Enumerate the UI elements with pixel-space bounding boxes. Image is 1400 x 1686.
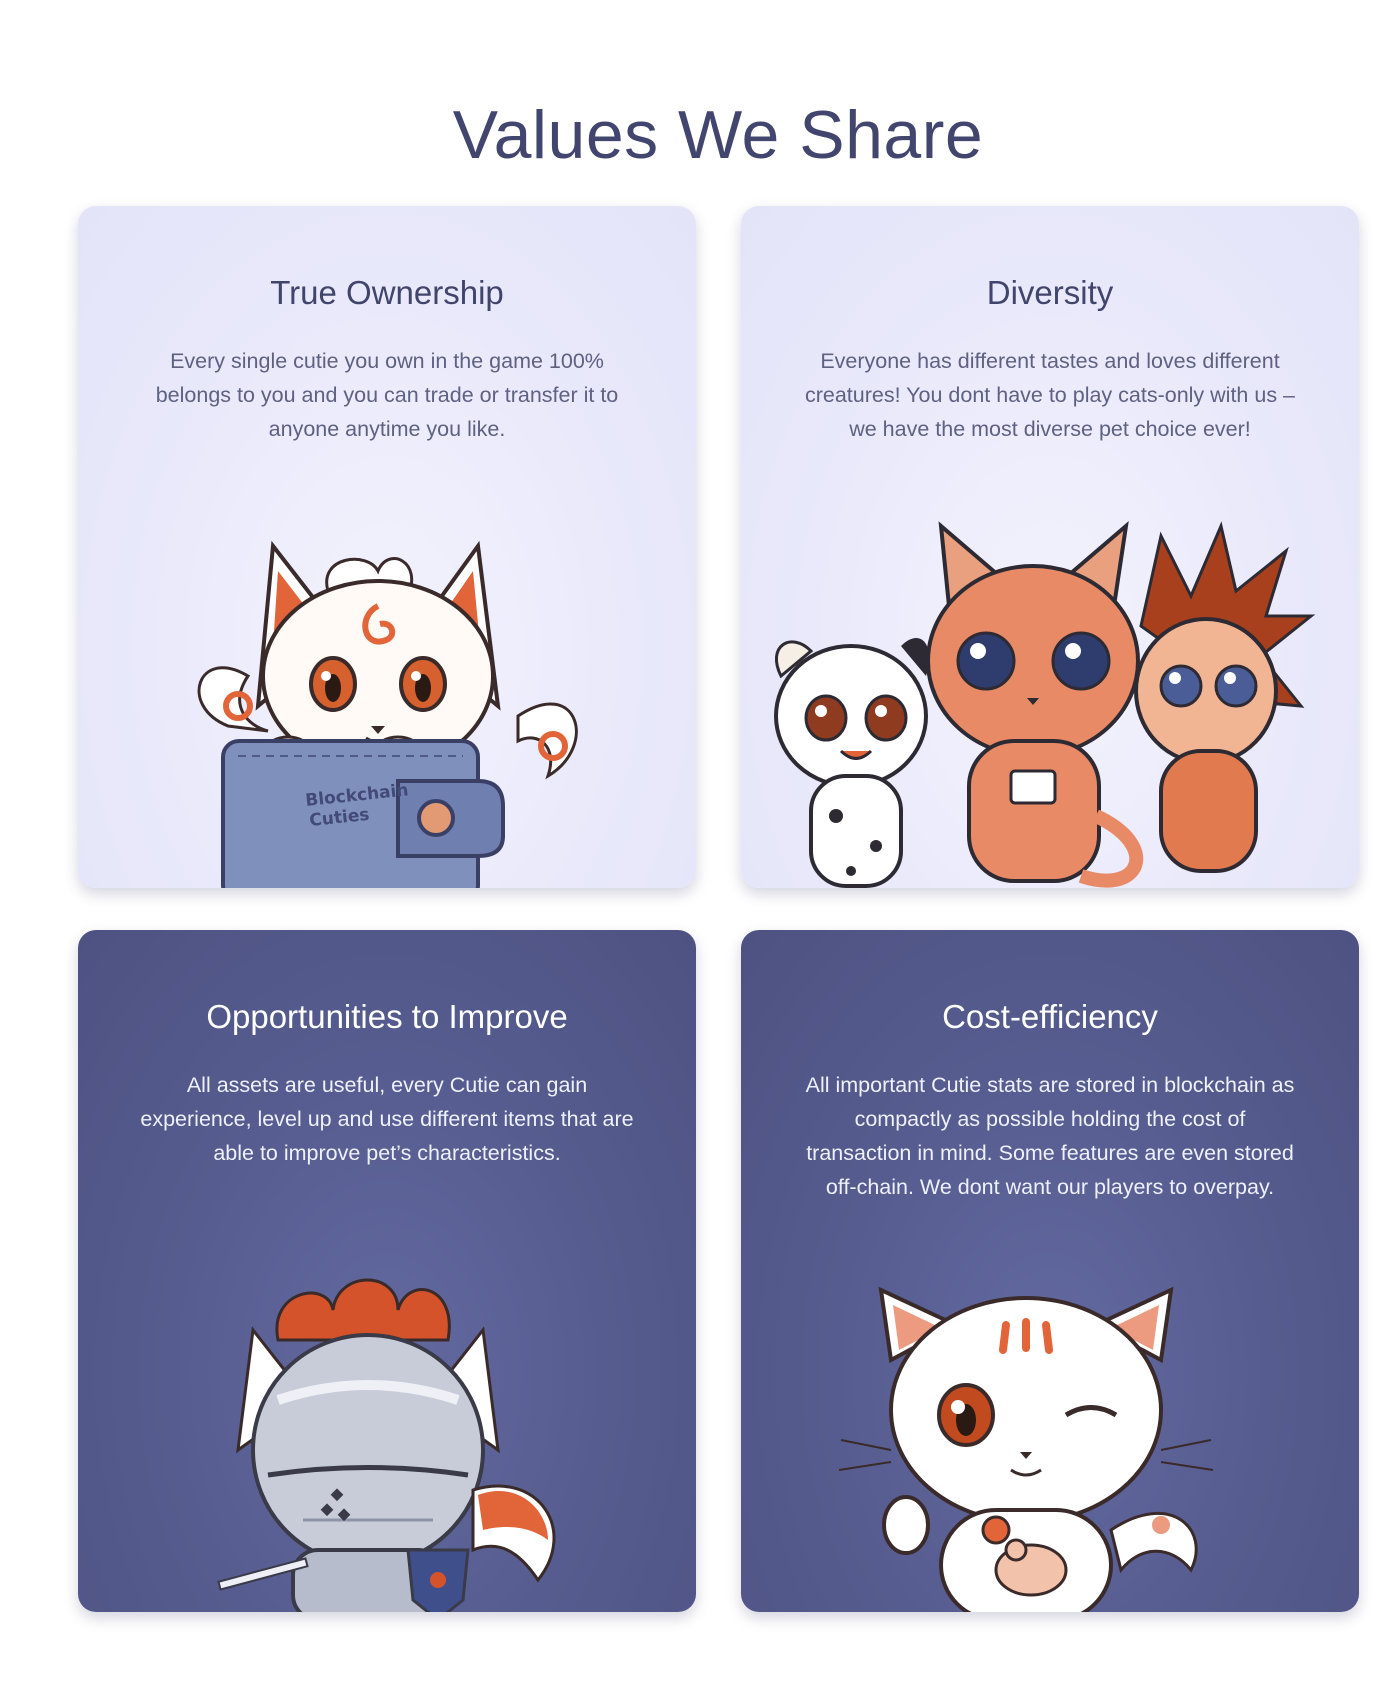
- value-card-diversity: Diversity Everyone has different tastes …: [741, 206, 1359, 888]
- page-title: Values We Share: [452, 96, 984, 173]
- knight-fox-illustration: [217, 1278, 556, 1612]
- pets-group-illustration: [774, 520, 1316, 888]
- value-card-cost-efficiency: Cost-efficiency All important Cutie stat…: [741, 930, 1359, 1612]
- fox-cutie-wallet-illustration: Blockchain Cuties: [197, 540, 578, 888]
- value-card-true-ownership: True Ownership Every single cutie you ow…: [78, 206, 696, 888]
- value-card-opportunities-to-improve: Opportunities to Improve All assets are …: [78, 930, 696, 1612]
- winking-cat-illustration: [838, 1286, 1214, 1612]
